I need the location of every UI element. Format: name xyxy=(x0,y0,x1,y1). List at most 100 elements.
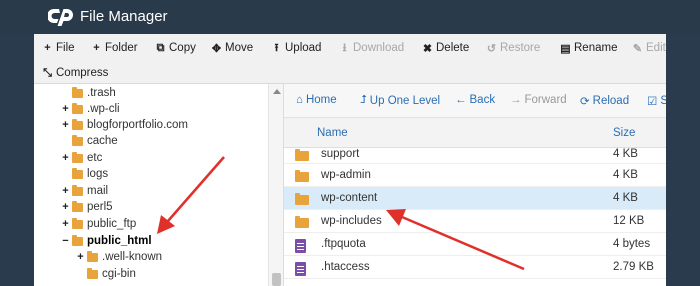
restore-button[interactable]: ↺ Restore xyxy=(486,39,540,57)
file-name: wp-admin xyxy=(321,169,371,181)
download-button[interactable]: ⭳ Download xyxy=(339,39,405,57)
home-label: Home xyxy=(305,94,337,106)
select-all-label: S xyxy=(660,95,666,107)
upload-label: Upload xyxy=(285,42,322,54)
expand-icon[interactable]: + xyxy=(61,103,70,115)
scroll-up-arrow-icon[interactable] xyxy=(273,89,281,94)
table-row-selected[interactable]: wp-content 4 KB xyxy=(284,187,666,210)
tree-item-public-ftp[interactable]: + public_ftp xyxy=(61,216,136,232)
file-name: .htaccess xyxy=(321,261,370,273)
tree-item-wp-cli[interactable]: + .wp-cli xyxy=(61,101,120,117)
folder-icon xyxy=(72,151,83,163)
table-row[interactable]: wp-admin 4 KB xyxy=(284,164,666,187)
move-icon: ✥ xyxy=(211,42,222,55)
forward-button[interactable]: → Forward xyxy=(510,94,567,106)
expand-icon[interactable]: + xyxy=(61,152,70,164)
restore-icon: ↺ xyxy=(486,42,497,55)
table-row[interactable]: .ftpquota 4 bytes xyxy=(284,233,666,256)
move-button[interactable]: ✥ Move xyxy=(211,39,253,57)
name-column-header[interactable]: Name xyxy=(317,127,348,139)
home-button[interactable]: ⌂ Home xyxy=(296,94,337,106)
file-list-pane: ⌂ Home ⮥ Up One Level ← Back → Forward ⟳ xyxy=(283,84,666,286)
tree-item-trash[interactable]: .trash xyxy=(72,85,116,101)
tree-item-label: perl5 xyxy=(87,201,113,213)
rename-button[interactable]: ▤ Rename xyxy=(560,39,617,57)
forward-label: Forward xyxy=(524,94,567,106)
tree-item-logs[interactable]: logs xyxy=(72,166,108,182)
new-file-label: File xyxy=(56,42,75,54)
expand-icon[interactable]: + xyxy=(76,251,85,263)
folder-icon xyxy=(72,86,83,98)
tree-item-label: public_ftp xyxy=(87,218,137,230)
folder-icon xyxy=(72,200,83,212)
back-button[interactable]: ← Back xyxy=(455,94,495,106)
file-size: 12 KB xyxy=(613,215,645,227)
expand-icon[interactable]: + xyxy=(61,218,70,230)
folder-icon xyxy=(72,102,83,114)
tree-item-label: cache xyxy=(87,135,118,147)
app-title: File Manager xyxy=(80,8,168,25)
edit-button[interactable]: ✎ Edit xyxy=(632,39,666,57)
tree-item-label: public_html xyxy=(87,235,152,247)
forward-arrow-icon: → xyxy=(510,94,522,106)
file-name: wp-content xyxy=(321,192,378,204)
toolbar: + File + Folder ⧉ Copy ✥ Move ⭱ Upload ⭳… xyxy=(34,34,666,84)
table-row[interactable]: support 4 KB xyxy=(284,148,666,164)
file-name: wp-includes xyxy=(321,215,382,227)
tree-item-mail[interactable]: + mail xyxy=(61,183,108,199)
select-all-button[interactable]: ☑ S xyxy=(647,94,666,108)
table-row[interactable]: .htaccess 2.79 KB xyxy=(284,256,666,279)
move-label: Move xyxy=(225,42,254,54)
reload-button[interactable]: ⟳ Reload xyxy=(580,94,629,108)
new-folder-button[interactable]: + Folder xyxy=(91,39,138,57)
file-size: 2.79 KB xyxy=(613,261,654,273)
cpanel-logo-icon xyxy=(48,9,73,26)
table-row[interactable]: wp-includes 12 KB xyxy=(284,210,666,233)
folder-icon xyxy=(87,267,98,279)
title-bar: File Manager xyxy=(0,0,700,34)
expand-icon[interactable]: + xyxy=(61,185,70,197)
edit-icon: ✎ xyxy=(632,42,643,55)
tree-scrollbar[interactable] xyxy=(268,84,283,286)
download-icon: ⭳ xyxy=(342,41,347,54)
tree-item-etc[interactable]: + etc xyxy=(61,150,102,166)
tree-item-cgi-bin[interactable]: cgi-bin xyxy=(87,266,136,282)
copy-button[interactable]: ⧉ Copy xyxy=(155,39,196,57)
up-one-level-button[interactable]: ⮥ Up One Level xyxy=(360,94,440,107)
tree-item-label: .wp-cli xyxy=(87,103,120,115)
new-folder-label: Folder xyxy=(105,42,138,54)
expand-icon[interactable]: + xyxy=(61,119,70,131)
scrollbar-thumb[interactable] xyxy=(272,273,281,286)
screenshot-frame: File Manager + File + Folder ⧉ Copy ✥ Mo… xyxy=(0,0,700,286)
folder-icon xyxy=(295,193,309,205)
tree-item-blogforportfolio[interactable]: + blogforportfolio.com xyxy=(61,117,188,133)
back-arrow-icon: ← xyxy=(455,94,467,106)
tree-item-perl5[interactable]: + perl5 xyxy=(61,199,113,215)
delete-button[interactable]: ✖ Delete xyxy=(422,39,469,57)
plus-icon: + xyxy=(44,42,51,54)
tree-item-well-known[interactable]: + .well-known xyxy=(76,249,162,265)
file-name: support xyxy=(321,148,360,160)
folder-icon xyxy=(72,118,83,130)
folder-icon xyxy=(295,216,309,228)
restore-label: Restore xyxy=(500,42,541,54)
upload-icon: ⭱ xyxy=(274,41,279,54)
expand-icon[interactable]: + xyxy=(61,201,70,213)
compress-button[interactable]: ⤡ Compress xyxy=(42,64,108,82)
download-label: Download xyxy=(353,42,405,54)
navigation-bar: ⌂ Home ⮥ Up One Level ← Back → Forward ⟳ xyxy=(284,84,666,118)
file-size: 4 KB xyxy=(613,169,638,181)
new-file-button[interactable]: + File xyxy=(42,39,75,57)
size-column-header[interactable]: Size xyxy=(613,127,635,139)
home-icon: ⌂ xyxy=(296,94,303,106)
tree-item-label: mail xyxy=(87,185,109,197)
directory-tree: .trash + .wp-cli + blogforportfolio.com … xyxy=(34,84,283,286)
tree-item-public-html[interactable]: − public_html xyxy=(61,233,152,249)
delete-label: Delete xyxy=(436,42,470,54)
tree-item-cache[interactable]: cache xyxy=(72,133,118,149)
folder-icon xyxy=(295,170,309,182)
table-header: Name Size xyxy=(284,118,666,148)
upload-button[interactable]: ⭱ Upload xyxy=(271,39,322,57)
up-level-icon: ⮥ xyxy=(360,94,367,106)
collapse-icon[interactable]: − xyxy=(61,235,70,247)
